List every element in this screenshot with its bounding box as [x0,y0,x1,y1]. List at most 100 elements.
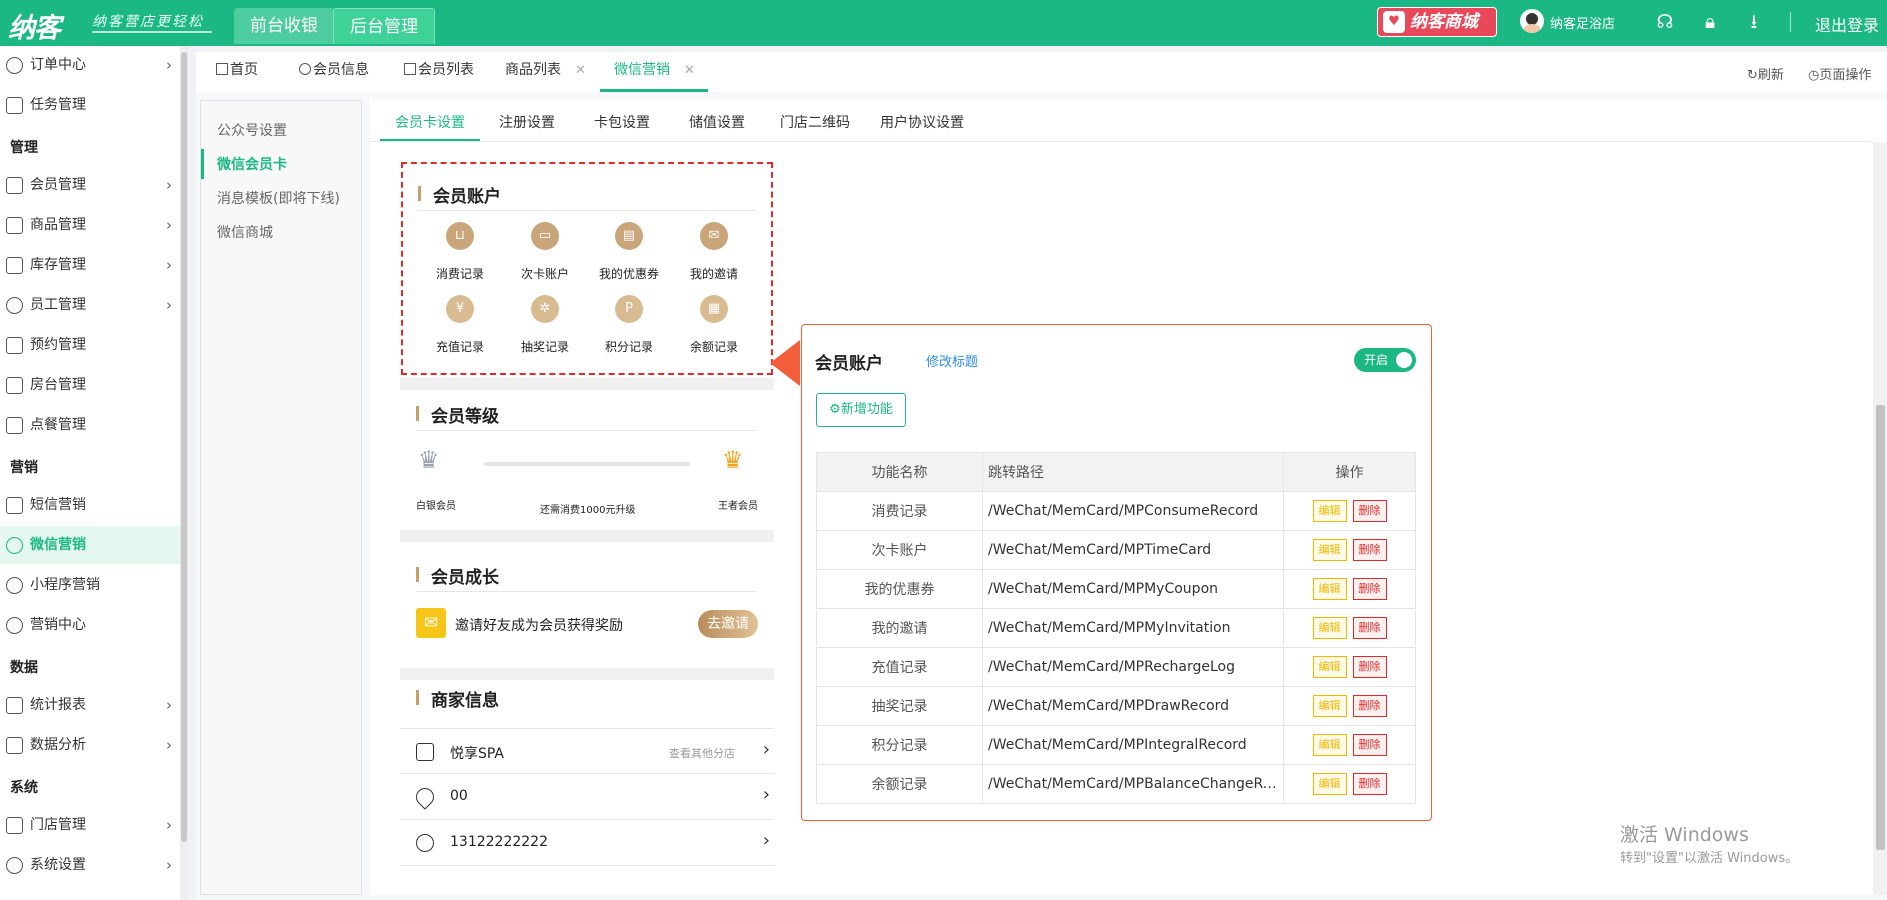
tab-label: 首页 [230,62,258,78]
app-logo[interactable]: 纳客 [8,6,61,45]
shop-icon [416,743,434,761]
sidebar-item-miniprogram[interactable]: 小程序营销 [0,566,180,604]
logout-button[interactable]: 退出登录 [1815,12,1879,36]
refresh-label: 刷新 [1757,68,1784,83]
top-bar: 纳客 纳客营店更轻松 前台收银 后台管理 ♥ 纳客商城 纳客足浴店 ☊ 🔒︎ ⭳… [0,0,1887,46]
invite-button[interactable]: 去邀请 [698,610,758,638]
store-name[interactable]: 纳客足浴店 [1550,13,1615,32]
nav-cashier[interactable]: 前台收银 [234,8,334,44]
subtab-stored-value[interactable]: 储值设置 [689,112,745,132]
sidebar-item-marketing-center[interactable]: 营销中心 [0,606,180,644]
merchant-section-title: 商家信息 [416,686,499,711]
sidebar-group-marketing: 营销 [10,460,38,476]
level-to: 王者会员 [718,501,758,512]
sidebar-item-label: 预约管理 [30,337,86,353]
sidebar-item-dining[interactable]: 点餐管理 [0,406,180,444]
sidebar-item-staff[interactable]: 员工管理 › [0,286,180,324]
module-enable-toggle[interactable]: 开启 [1354,348,1416,372]
sidebar-item-members[interactable]: 会员管理 › [0,166,180,204]
sidebar-item-tasks[interactable]: 任务管理 [0,86,180,124]
sidebar-item-stores[interactable]: 门店管理 › [0,806,180,844]
merchant-phone: 13122222222 [450,834,548,850]
headset-icon[interactable]: ☊ [1653,10,1677,34]
sidebar-item-rooms[interactable]: 房台管理 [0,366,180,404]
merchant-phone-row[interactable]: 13122222222 › [400,820,774,866]
edit-button[interactable]: 编辑 [1312,578,1347,600]
sidebar-group-data: 数据 [10,660,38,676]
analysis-icon [6,737,23,754]
sidebar-item-stock[interactable]: 库存管理 › [0,246,180,284]
table-row: 次卡账户 /WeChat/MemCard/MPTimeCard 编辑 删除 [816,530,1416,570]
selected-module-outline[interactable] [401,162,773,375]
edit-button[interactable]: 编辑 [1312,695,1347,717]
close-icon[interactable]: ✕ [575,63,586,78]
dining-icon [6,417,23,434]
subtab-user-agreement[interactable]: 用户协议设置 [880,112,964,132]
delete-button[interactable]: 删除 [1352,578,1387,600]
sidebar-scrollbar-thumb[interactable] [181,52,187,842]
function-table: 功能名称 跳转路径 操作 消费记录 /WeChat/MemCard/MPCons… [816,452,1416,804]
delete-button[interactable]: 删除 [1352,734,1387,756]
tab-home[interactable]: 首页 [216,52,258,92]
gear-icon: ⚙ [829,402,841,417]
subtab-member-card[interactable]: 会员卡设置 [395,112,465,132]
rename-title-link[interactable]: 修改标题 [926,351,978,370]
sidebar-item-booking[interactable]: 预约管理 [0,326,180,364]
delete-button[interactable]: 删除 [1352,500,1387,522]
function-path: /WeChat/MemCard/MPMyInvitation [982,608,1284,648]
delete-button[interactable]: 删除 [1352,539,1387,561]
sidebar-item-label: 库存管理 [30,257,86,273]
section-gap [400,378,774,390]
subtab-active-underline [380,139,480,141]
submenu-wechat-mall[interactable]: 微信商城 [217,222,273,242]
page-ops-button[interactable]: ◷页面操作 [1808,64,1871,83]
edit-button[interactable]: 编辑 [1312,734,1347,756]
edit-button[interactable]: 编辑 [1312,656,1347,678]
close-icon[interactable]: ✕ [684,63,695,78]
delete-button[interactable]: 删除 [1352,695,1387,717]
subtab-store-qrcode[interactable]: 门店二维码 [780,112,850,132]
sidebar-item-label: 点餐管理 [30,417,86,433]
sidebar-group-manage: 管理 [10,140,38,156]
refresh-button[interactable]: ↻刷新 [1747,64,1784,83]
chevron-right-icon: › [166,216,172,234]
sidebar-item-settings[interactable]: 系统设置 › [0,846,180,884]
level-progress-bar [484,462,690,466]
sidebar-item-wechat[interactable]: 微信营销 [0,526,180,564]
edit-button[interactable]: 编辑 [1312,617,1347,639]
add-function-button[interactable]: ⚙新增功能 [816,393,906,427]
tab-member-info[interactable]: 会员信息 [299,52,369,92]
sidebar-item-sms[interactable]: 短信营销 [0,486,180,524]
other-branches-link[interactable]: 查看其他分店 [669,745,735,761]
submenu-message-template[interactable]: 消息模板(即将下线) [217,188,340,208]
edit-button[interactable]: 编辑 [1312,539,1347,561]
tab-goods-list[interactable]: 商品列表 ✕ [505,52,586,92]
download-icon[interactable]: ⭳ [1742,10,1766,34]
tab-label: 商品列表 [505,62,561,78]
lock-icon[interactable]: 🔒︎ [1698,10,1722,34]
content-scrollbar-thumb[interactable] [1876,405,1885,850]
merchant-address-row[interactable]: 00 › [400,774,774,820]
nav-backend[interactable]: 后台管理 [333,8,435,44]
delete-button[interactable]: 删除 [1352,773,1387,795]
submenu-official-account[interactable]: 公众号设置 [217,120,287,140]
edit-button[interactable]: 编辑 [1312,500,1347,522]
chevron-right-icon: › [166,256,172,274]
windows-activation-hint: 转到"设置"以激活 Windows。 [1620,851,1799,866]
subtab-card-pack[interactable]: 卡包设置 [594,112,650,132]
sidebar-item-goods[interactable]: 商品管理 › [0,206,180,244]
subtab-register[interactable]: 注册设置 [499,112,555,132]
sidebar-item-reports[interactable]: 统计报表 › [0,686,180,724]
edit-button[interactable]: 编辑 [1312,773,1347,795]
avatar[interactable] [1520,9,1544,33]
mall-button[interactable]: ♥ 纳客商城 [1377,7,1497,37]
tab-wechat-marketing[interactable]: 微信营销 ✕ [600,52,708,92]
delete-button[interactable]: 删除 [1352,617,1387,639]
merchant-name-row[interactable]: 悦享SPA 查看其他分店 › [400,728,774,774]
sidebar-item-orders[interactable]: 订单中心 › [0,46,180,84]
sidebar-item-analysis[interactable]: 数据分析 › [0,726,180,764]
level-section-title: 会员等级 [416,402,499,427]
tab-member-list[interactable]: 会员列表 [404,52,474,92]
delete-button[interactable]: 删除 [1352,656,1387,678]
submenu-member-card[interactable]: 微信会员卡 [217,154,287,174]
